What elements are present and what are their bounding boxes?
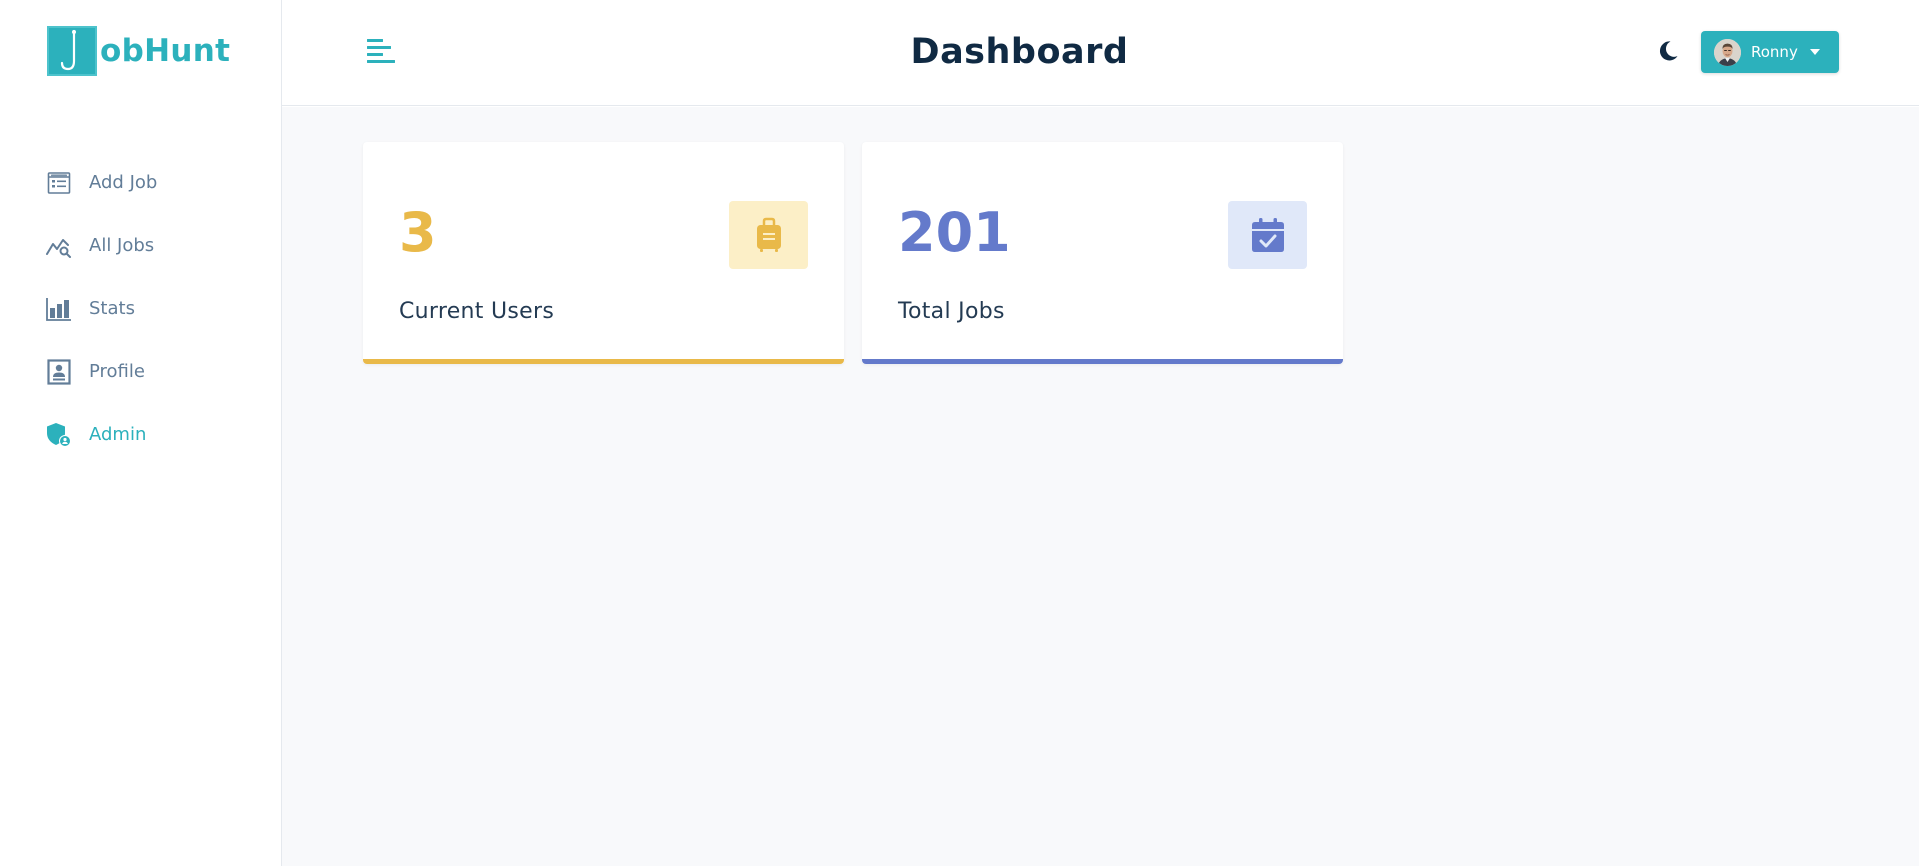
- top-navbar: Dashboard Ronny: [282, 0, 1919, 106]
- logo[interactable]: obHunt: [47, 26, 230, 76]
- suitcase-icon: [756, 217, 781, 252]
- sidebar-item-label: Profile: [89, 361, 145, 382]
- stat-label: Total Jobs: [898, 299, 1005, 324]
- stat-card-total-jobs: 201 Total Jobs: [862, 142, 1343, 364]
- stat-count: 201: [898, 201, 1011, 264]
- sidebar-item-admin[interactable]: Admin: [0, 403, 281, 466]
- dashboard-content: 3 Current Users 201 Total Jobs: [282, 107, 1919, 866]
- sidebar-item-label: Stats: [89, 298, 135, 319]
- stat-card-accent-bar: [862, 359, 1343, 364]
- all-jobs-icon: [46, 233, 72, 259]
- sidebar-item-label: Add Job: [89, 172, 158, 193]
- logo-text: obHunt: [100, 33, 231, 69]
- stat-card-accent-bar: [363, 359, 844, 364]
- user-menu-button[interactable]: Ronny: [1701, 31, 1839, 73]
- caret-down-icon: [1809, 49, 1820, 55]
- admin-shield-icon: [46, 422, 72, 448]
- stat-icon-box: [1228, 201, 1307, 269]
- page-title: Dashboard: [910, 32, 1129, 72]
- hook-logo-icon: [47, 26, 97, 76]
- avatar: [1714, 38, 1741, 66]
- stat-count: 3: [399, 201, 437, 264]
- moon-icon: [1659, 41, 1678, 61]
- calendar-check-icon: [1251, 218, 1284, 252]
- sidebar-item-add-job[interactable]: Add Job: [0, 151, 281, 214]
- sidebar-item-all-jobs[interactable]: All Jobs: [0, 214, 281, 277]
- sidebar: obHunt Add Job All Jobs Stats Profile Ad…: [0, 0, 282, 866]
- stat-card-current-users: 3 Current Users: [363, 142, 844, 364]
- sidebar-nav: Add Job All Jobs Stats Profile Admin: [0, 151, 281, 466]
- sidebar-item-profile[interactable]: Profile: [0, 340, 281, 403]
- add-job-icon: [46, 170, 72, 196]
- profile-icon: [46, 358, 72, 385]
- theme-toggle-button[interactable]: [1656, 39, 1682, 65]
- stat-icon-box: [729, 201, 808, 269]
- sidebar-item-label: All Jobs: [89, 235, 155, 256]
- user-name: Ronny: [1751, 43, 1798, 61]
- sidebar-item-label: Admin: [89, 424, 147, 445]
- stat-label: Current Users: [399, 299, 555, 324]
- sidebar-item-stats[interactable]: Stats: [0, 277, 281, 340]
- stats-icon: [46, 296, 72, 322]
